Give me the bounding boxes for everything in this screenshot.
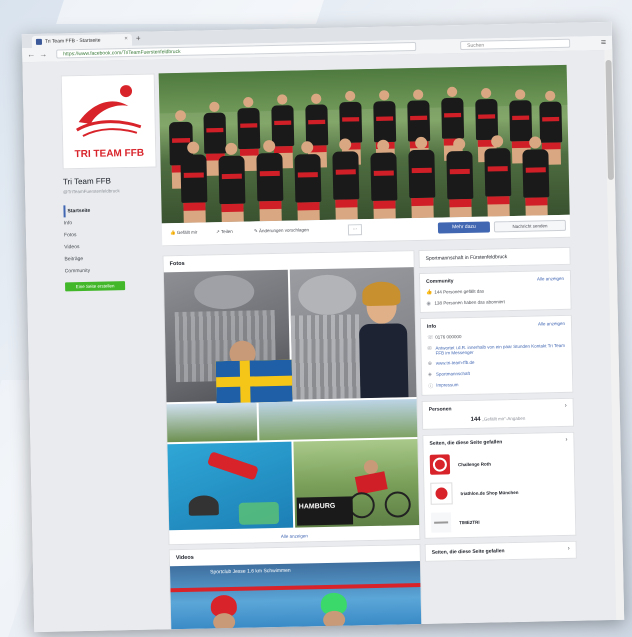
website-link[interactable]: www.tri-team-ffb.de	[436, 360, 475, 366]
sidebar-nav: Startseite Info Fotos Videos Beiträge Co…	[63, 203, 162, 277]
chevron-right-icon[interactable]: ›	[565, 437, 567, 443]
learn-more-button[interactable]: Mehr dazu	[437, 221, 491, 234]
team-member	[484, 135, 512, 223]
cover-photo[interactable]	[158, 64, 570, 224]
photos-show-all-link[interactable]: Alle anzeigen	[169, 531, 419, 541]
liked-page-name: triathlon.de Shop München	[460, 489, 519, 496]
facebook-favicon-icon	[35, 38, 43, 45]
liked-pages-card-2: Seiten, die diese Seite gefallen ›	[424, 540, 577, 562]
search-input[interactable]: Suchen	[460, 38, 571, 51]
imprint-link[interactable]: Impressum	[436, 382, 458, 387]
challenge-roth-logo-icon	[429, 454, 451, 475]
page-category: Sportmannschaft in Fürstenfeldbruck	[425, 254, 508, 262]
team-member	[370, 139, 398, 224]
right-column: Sportmannschaft in Fürstenfeldbruck Comm…	[418, 246, 577, 567]
suggest-edits-button[interactable]: ✎ Änderungen vorschlagen	[254, 227, 309, 234]
category-card: Sportmannschaft in Fürstenfeldbruck	[418, 246, 571, 268]
chevron-right-icon[interactable]: ›	[568, 546, 570, 552]
page-scrollbar[interactable]	[604, 49, 625, 620]
info-card: Info Alle anzeigen ☏ 0176 000000 ✉ Antwort…	[419, 314, 574, 396]
scrollbar-thumb[interactable]	[605, 59, 614, 180]
photos-section: Fotos HAMBURG Alle anzeigen	[162, 250, 421, 546]
phone-row: ☏ 0176 000000	[427, 332, 565, 341]
video-thumbnail[interactable]: Sportclub Jesse 1.6 km Schwimmen	[169, 561, 422, 633]
sidebar-item-community[interactable]: Community	[65, 263, 163, 277]
liked-page-name: Challenge Roth	[457, 461, 491, 467]
sweden-flag	[215, 359, 293, 404]
people-title: Personen	[428, 406, 452, 413]
team-member	[522, 136, 550, 224]
share-button[interactable]: ↗ Teilen	[216, 229, 233, 235]
team-member	[256, 139, 284, 224]
community-card: Community Alle anzeigen 👍 144 Personen ge…	[418, 269, 572, 313]
time2tri-logo-icon	[430, 512, 452, 533]
photo-thumbnail[interactable]: HAMBURG	[293, 439, 420, 528]
team-member	[218, 142, 246, 224]
photo-grid: HAMBURG	[163, 267, 420, 531]
liked-page-item[interactable]: TIME2TRI	[430, 510, 569, 533]
likes-row: 👍 144 Personen gefällt das	[426, 287, 564, 296]
menu-icon[interactable]: ≡	[601, 37, 606, 47]
back-icon[interactable]: ←	[27, 50, 35, 59]
team-member	[180, 141, 208, 224]
triathlon-logo-icon	[76, 85, 142, 137]
left-sidebar: TRI TEAM FFB Tri Team FFB @TriTeamFuerst…	[60, 73, 164, 292]
follows-count: 138 Personen haben das abonniert	[434, 299, 505, 306]
messenger-icon: ✉	[427, 345, 432, 352]
new-tab-button[interactable]: +	[136, 34, 141, 43]
create-page-button[interactable]: Eine Seite erstellen	[65, 281, 126, 292]
website-row: ⊕ www.tri-team-ffb.de	[428, 358, 566, 367]
imprint-row: ⓘ Impressum	[428, 380, 566, 390]
more-options-button[interactable]: ···	[347, 224, 363, 236]
forward-icon[interactable]: →	[39, 50, 47, 59]
follows-row: ◉ 138 Personen haben das abonniert	[426, 298, 564, 307]
page-handle[interactable]: @TriTeamFuerstenfeldbruck	[63, 187, 161, 195]
team-member	[446, 137, 474, 224]
liked-page-name: TIME2TRI	[459, 519, 480, 525]
liked-pages-title: Seiten, die diese Seite gefallen	[431, 548, 505, 556]
liked-pages-card: Seiten, die diese Seite gefallen › Chall…	[422, 431, 577, 539]
triathlon-shop-logo-icon	[430, 482, 453, 505]
background-shape	[56, 0, 324, 24]
team-member	[408, 136, 436, 224]
page-title: Tri Team FFB	[62, 176, 112, 187]
page-logo[interactable]: TRI TEAM FFB	[60, 73, 157, 170]
category-row: ◈ Sportmannschaft	[428, 369, 566, 378]
videos-section: Videos Sportclub Jesse 1.6 km Schwimmen	[168, 544, 423, 633]
liked-page-item[interactable]: triathlon.de Shop München	[430, 480, 568, 505]
logo-text: TRI TEAM FFB	[74, 147, 145, 161]
tab-close-icon[interactable]: ×	[124, 36, 128, 42]
info-show-all-link[interactable]: Alle anzeigen	[538, 321, 565, 327]
liked-pages-title: Seiten, die diese Seite gefallen	[429, 439, 503, 447]
photo-thumbnail[interactable]	[289, 267, 417, 400]
hamburg-sign-text: HAMBURG	[298, 502, 336, 511]
globe-icon: ⊕	[427, 360, 433, 367]
phone-number: 0176 000000	[435, 334, 462, 340]
follow-icon: ◉	[426, 300, 431, 307]
like-button[interactable]: 👍 Gefällt mir	[170, 230, 197, 237]
messenger-link[interactable]: Antwortet i.d.R. innerhalb von ein paar …	[435, 343, 565, 356]
people-count: 144 „Gefällt mir“-Angaben	[470, 415, 526, 423]
thumbs-up-icon: 👍	[426, 289, 433, 296]
chevron-right-icon[interactable]: ›	[565, 403, 567, 409]
messenger-row: ✉ Antwortet i.d.R. innerhalb von ein paar…	[427, 343, 565, 356]
likes-count: 144 Personen gefällt das	[434, 288, 485, 295]
phone-icon: ☏	[427, 334, 434, 341]
category-link[interactable]: Sportmannschaft	[436, 371, 470, 377]
people-card: Personen › 144 „Gefällt mir“-Angaben	[421, 397, 575, 430]
info-icon: ⓘ	[428, 383, 434, 390]
team-member	[332, 138, 360, 224]
photo-thumbnail[interactable]	[167, 441, 294, 531]
send-message-button[interactable]: Nachricht senden	[493, 219, 567, 233]
video-caption: Sportclub Jesse 1.6 km Schwimmen	[210, 567, 291, 576]
photo-thumbnail[interactable]	[258, 399, 418, 441]
team-member	[294, 141, 322, 224]
browser-window: Tri Team FFB - Startseite × + ← → https:…	[21, 21, 625, 633]
tag-icon: ◈	[427, 371, 432, 378]
tab-title: Tri Team FFB - Startseite	[44, 37, 101, 45]
community-show-all-link[interactable]: Alle anzeigen	[537, 276, 564, 282]
photo-thumbnail[interactable]	[166, 402, 258, 443]
facebook-page: TRI TEAM FFB Tri Team FFB @TriTeamFuerst…	[22, 49, 625, 633]
liked-page-item[interactable]: Challenge Roth	[429, 452, 568, 475]
